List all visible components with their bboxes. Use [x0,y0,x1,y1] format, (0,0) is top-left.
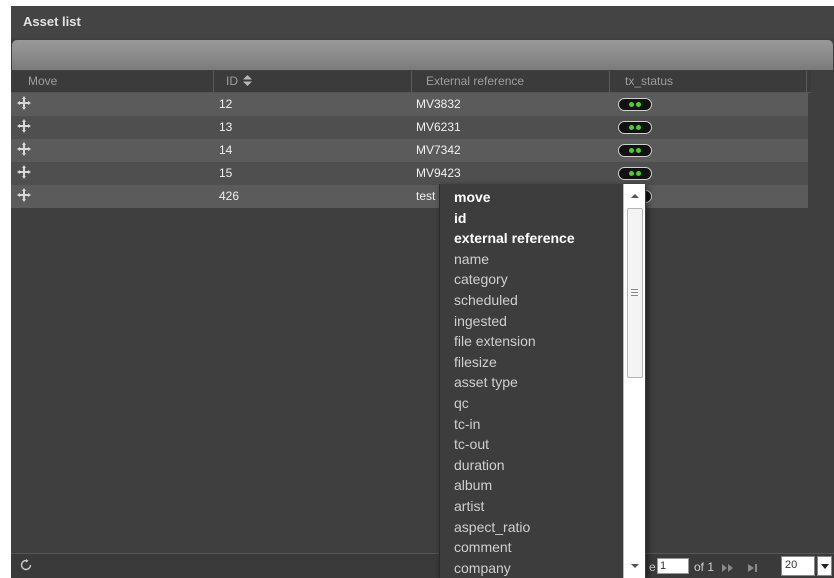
grip-line [631,292,638,293]
table-row[interactable]: 426 test [11,185,808,208]
scroll-down-arrow[interactable] [631,564,639,568]
tx-status-indicator-icon [618,121,652,134]
cell-external-reference: MV3832 [416,97,461,111]
column-option[interactable]: tc-in [454,416,480,432]
table-row[interactable]: 12 MV3832 [11,93,808,116]
column-chooser-dropdown: move id external reference name category sche… [439,184,646,578]
table-row[interactable]: 14 MV7342 [11,139,808,162]
scroll-up-arrow[interactable] [631,194,639,198]
cell-id: 14 [219,143,233,157]
column-header-id[interactable]: ID [226,74,252,89]
column-separator[interactable] [806,71,807,92]
column-option[interactable]: asset type [454,374,518,390]
column-option[interactable]: qc [454,395,469,411]
column-option[interactable]: ingested [454,313,507,329]
column-option[interactable]: filesize [454,354,497,370]
column-separator[interactable] [213,71,214,92]
column-separator[interactable] [609,71,610,92]
move-icon[interactable] [16,164,32,183]
column-option[interactable]: category [454,271,508,287]
column-option[interactable]: company [454,560,511,576]
page-label: e [649,560,656,574]
toolbar [12,40,833,70]
column-option[interactable]: id [454,210,466,226]
column-option[interactable]: album [454,477,492,493]
column-header-external-reference[interactable]: External reference [426,74,524,88]
next-page-icon[interactable] [722,561,734,575]
table-row[interactable]: 13 MV6231 [11,116,808,139]
cell-id: 13 [219,120,233,134]
cell-external-reference: test [416,189,436,203]
column-option[interactable]: scheduled [454,292,518,308]
pagination-bar: e 1 of 1 20 [11,553,834,578]
tx-status-indicator-icon [618,98,652,111]
column-option[interactable]: duration [454,457,505,473]
cell-id: 15 [219,166,233,180]
cell-id: 12 [219,97,233,111]
cell-external-reference: MV6231 [416,120,461,134]
column-option[interactable]: comment [454,539,512,555]
column-header-id-label: ID [226,74,238,88]
panel-title: Asset list [23,14,81,29]
page-number-input[interactable]: 1 [657,558,689,574]
move-icon[interactable] [16,95,32,114]
column-option[interactable]: aspect_ratio [454,519,530,535]
last-page-icon[interactable] [748,561,758,575]
scroll-thumb[interactable] [627,208,643,378]
dropdown-scrollbar[interactable] [623,184,645,578]
column-separator[interactable] [411,71,412,92]
per-page-dropdown-arrow[interactable] [817,556,832,576]
refresh-icon[interactable] [20,559,32,574]
table-row[interactable]: 15 MV9423 [11,162,808,185]
move-icon[interactable] [16,141,32,160]
sort-icon [243,74,252,89]
move-icon[interactable] [16,187,32,206]
column-option[interactable]: file extension [454,333,536,349]
column-header-tx-status[interactable]: tx_status [625,74,673,88]
panel-title-bar: Asset list [11,6,834,38]
per-page-select[interactable]: 20 [781,556,815,576]
column-option[interactable]: external reference [454,230,575,246]
column-option[interactable]: artist [454,498,484,514]
grip-line [631,295,638,296]
column-option[interactable]: move [454,189,491,205]
column-option[interactable]: tc-out [454,436,489,452]
asset-list-panel: Asset list Move ID External reference tx… [11,6,834,578]
column-header-move[interactable]: Move [28,74,57,88]
grip-line [631,289,638,290]
table-header: Move ID External reference tx_status [11,71,811,93]
page-total-label: of 1 [694,560,715,574]
cell-external-reference: MV9423 [416,166,461,180]
column-option[interactable]: name [454,251,489,267]
cell-id: 426 [219,189,240,203]
tx-status-indicator-icon [618,167,652,180]
cell-external-reference: MV7342 [416,143,461,157]
tx-status-indicator-icon [618,144,652,157]
move-icon[interactable] [16,118,32,137]
